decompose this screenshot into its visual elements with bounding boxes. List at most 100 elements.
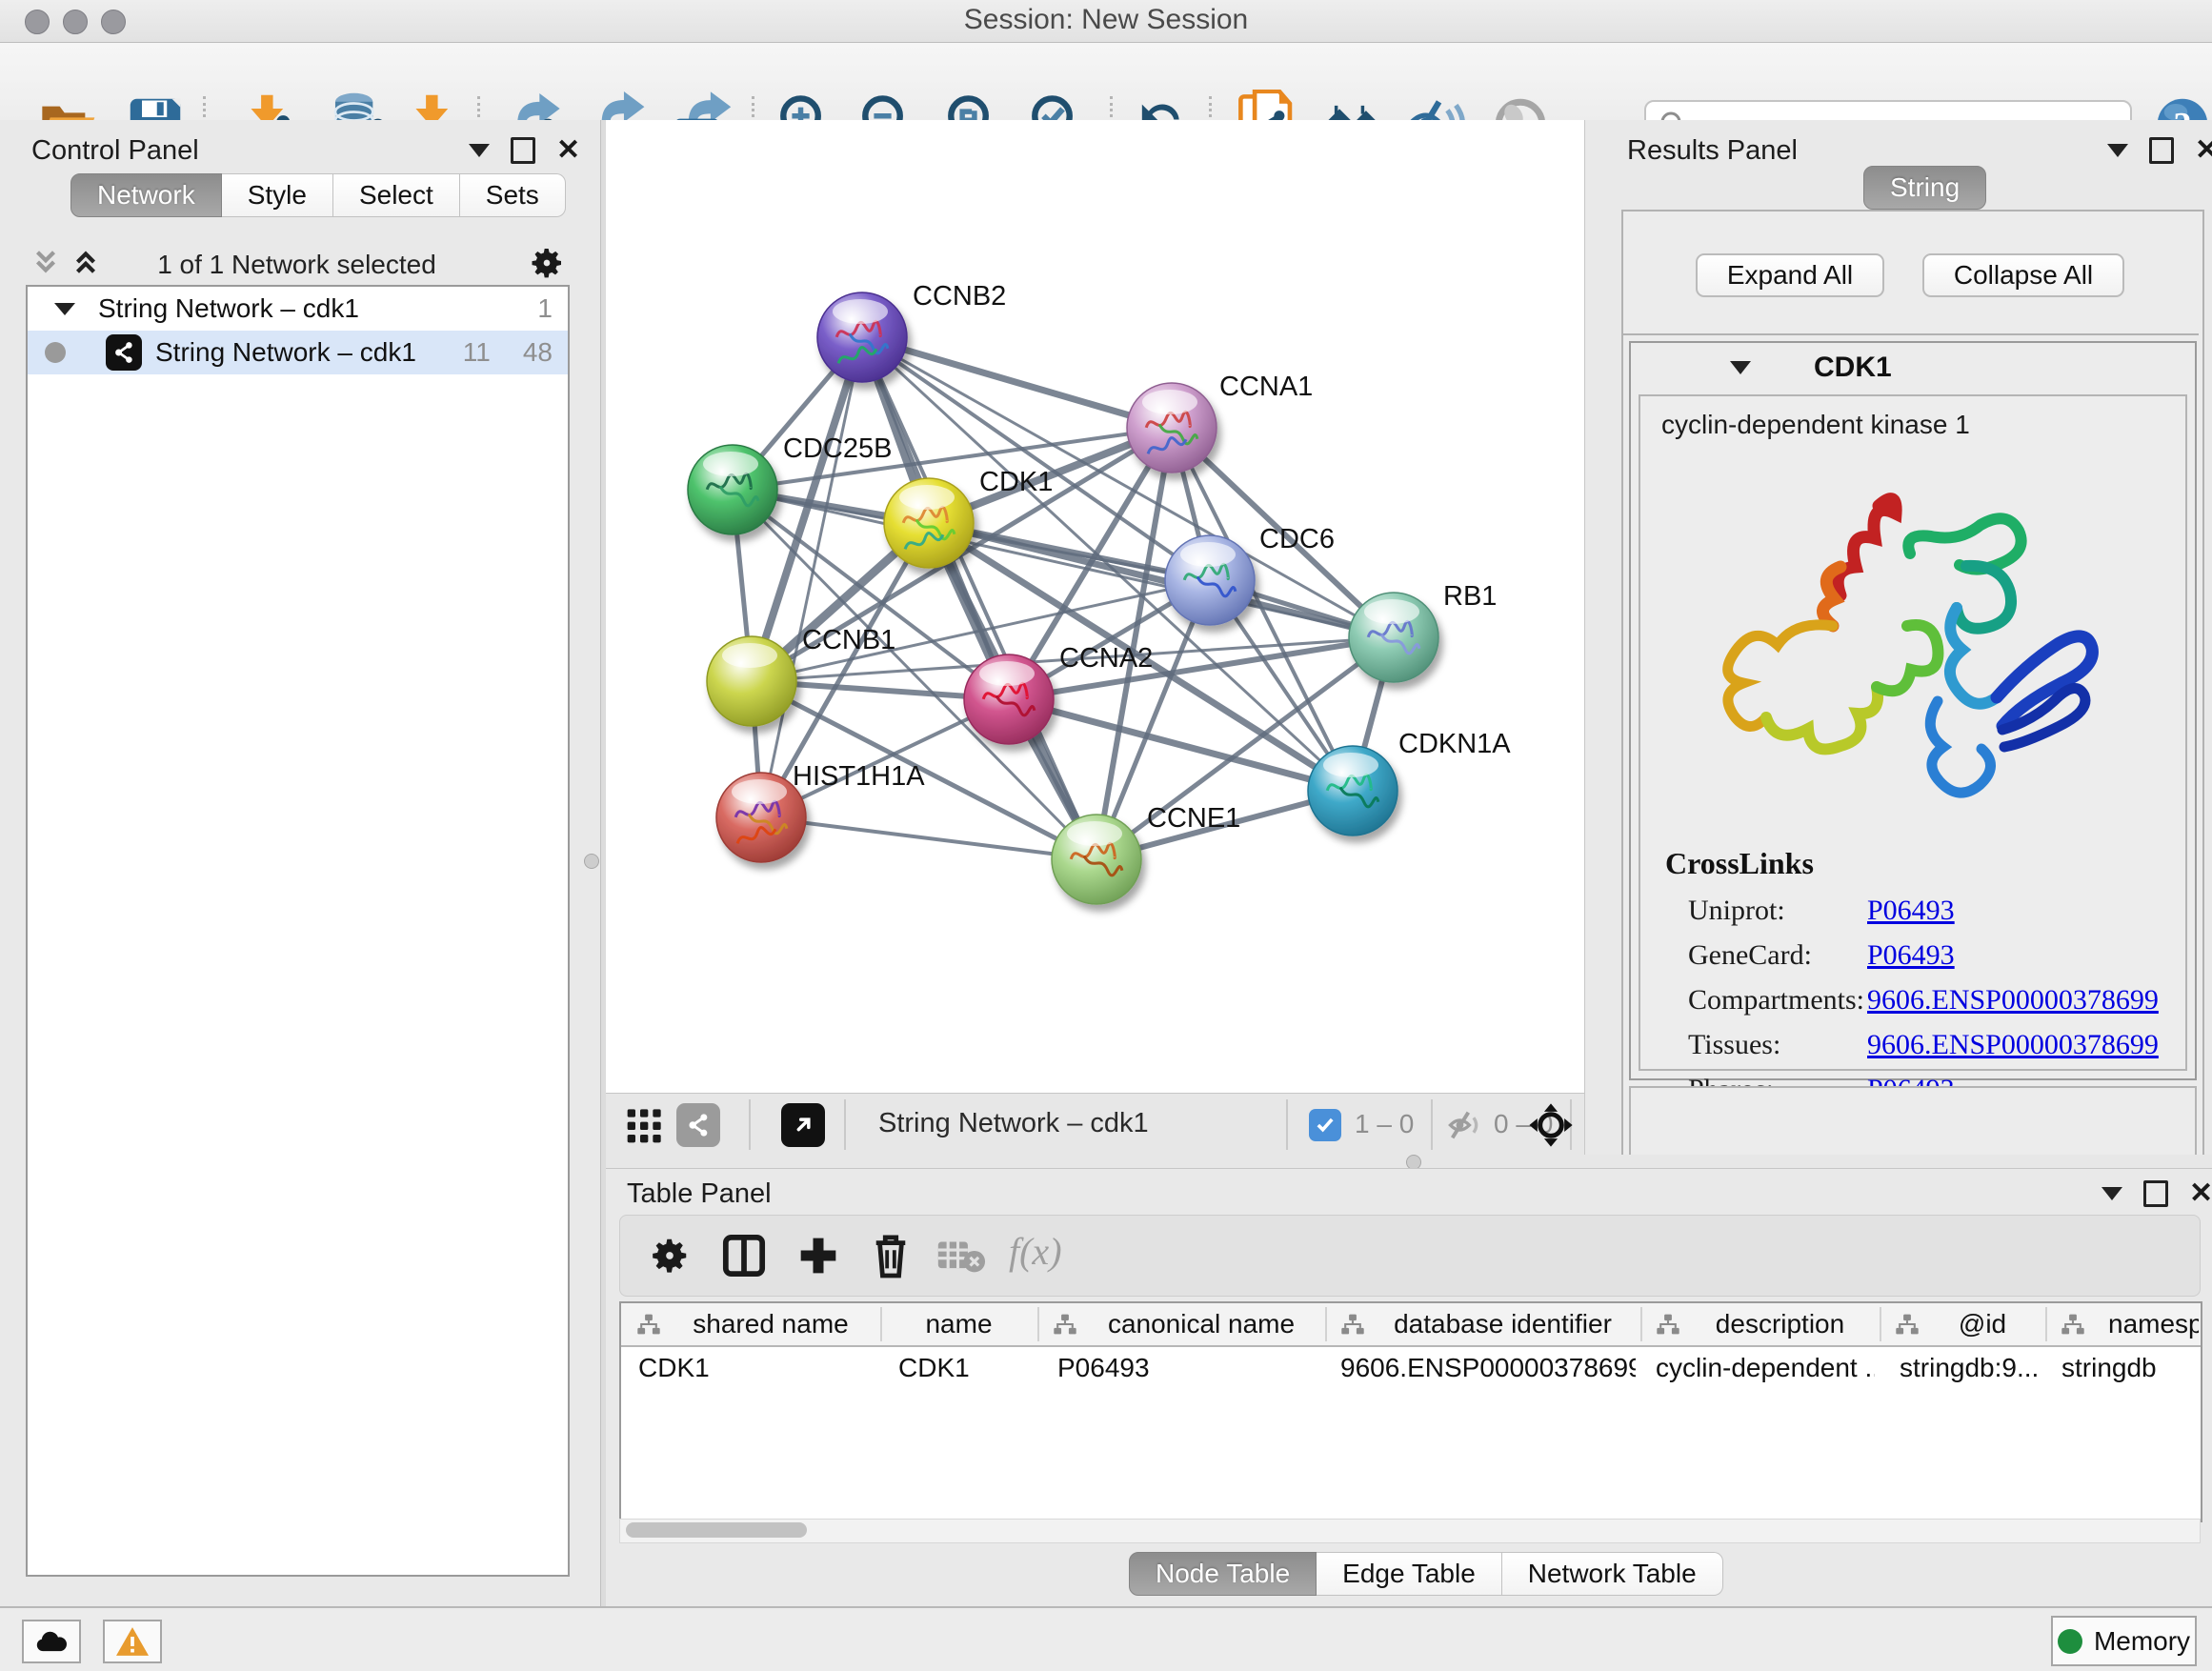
float-panel-icon[interactable] [2101, 1187, 2122, 1200]
node-label-CDK1: CDK1 [979, 467, 1053, 497]
network-node-HIST1H1A[interactable]: HIST1H1A [716, 761, 925, 862]
tab-edge-table[interactable]: Edge Table [1317, 1552, 1502, 1596]
col-id[interactable]: @id [1880, 1303, 2045, 1345]
tab-style[interactable]: Style [222, 173, 333, 217]
memory-status-dot [2058, 1629, 2082, 1654]
left-splitter-handle[interactable] [584, 854, 599, 869]
network-type-icon [106, 334, 142, 371]
table-header-row: shared name name canonical name database… [621, 1303, 2201, 1347]
tab-network-table[interactable]: Network Table [1502, 1552, 1723, 1596]
network-graph[interactable]: CCNB2CCNA1CDC25BCDK1CDC6RB1CCNB1CCNA2HIS… [606, 120, 1584, 1093]
cdk1-section-body: cyclin-dependent kinase 1 [1639, 394, 2187, 1071]
undock-panel-icon[interactable] [2143, 1180, 2168, 1207]
crosslinks-title: CrossLinks [1665, 846, 1814, 881]
network-collection-row[interactable]: String Network – cdk1 1 [28, 287, 568, 331]
network-row-selected[interactable]: String Network – cdk1 11 48 [28, 331, 568, 374]
undock-panel-icon[interactable] [511, 137, 535, 164]
network-selected-summary: 1 of 1 Network selected [26, 250, 568, 280]
float-panel-icon[interactable] [469, 144, 490, 157]
table-panel-window-controls: ✕ [2101, 1180, 2212, 1207]
table-row[interactable]: CDK1 CDK1 P06493 9606.ENSP00000378699 cy… [621, 1347, 2201, 1389]
network-node-CCNB1[interactable]: CCNB1 [707, 625, 895, 726]
table-panel: Table Panel ✕ f(x) [606, 1168, 2212, 1607]
control-panel-window-controls: ✕ [469, 137, 580, 164]
crosslink-label: Uniprot: [1688, 888, 1867, 933]
network-node-CDKN1A[interactable]: CDKN1A [1308, 729, 1511, 836]
crosslink-value[interactable]: 9606.ENSP00000378699 [1867, 1029, 2159, 1060]
col-shared-name[interactable]: shared name [621, 1303, 880, 1345]
close-panel-icon[interactable]: ✕ [556, 140, 580, 161]
tab-string[interactable]: String [1863, 166, 1986, 210]
cdk1-section-header[interactable]: CDK1 [1631, 343, 2195, 393]
tab-select[interactable]: Select [333, 173, 460, 217]
network-node-CCNE1[interactable]: CCNE1 [1052, 803, 1240, 904]
table-toolbar: f(x) [619, 1215, 2201, 1297]
expand-all-button[interactable]: Expand All [1696, 253, 1884, 297]
birds-eye-view-icon[interactable] [676, 1103, 720, 1147]
crosslink-value[interactable]: 9606.ENSP00000378699 [1867, 984, 2159, 1016]
cell-namespace: stringdb [2061, 1353, 2195, 1383]
network-node-RB1[interactable]: RB1 [1349, 581, 1497, 682]
float-panel-icon[interactable] [2107, 144, 2128, 157]
export-view-icon[interactable] [781, 1103, 825, 1147]
navbar-separator [1286, 1099, 1288, 1150]
control-panel: Control Panel ✕ Network Style Select Set… [0, 120, 600, 1606]
table-panel-tabs: Node Table Edge Table Network Table [1129, 1552, 1723, 1596]
node-label-CCNB1: CCNB1 [802, 625, 895, 655]
table-hscrollbar-thumb[interactable] [626, 1522, 807, 1538]
expand-collapse-bar: Expand All Collapse All [1623, 211, 2199, 335]
cell-description: cyclin-dependent ... [1656, 1353, 1875, 1383]
gene-name: CDK1 [1814, 352, 1892, 384]
results-panel-title: Results Panel [1627, 135, 1798, 167]
section-collapse-icon[interactable] [1730, 361, 1751, 374]
pan-crosshair-icon[interactable] [1527, 1101, 1575, 1149]
close-panel-icon[interactable]: ✕ [2189, 1183, 2212, 1204]
network-canvas[interactable]: CCNB2CCNA1CDC25BCDK1CDC6RB1CCNB1CCNA2HIS… [606, 120, 1585, 1093]
close-panel-icon[interactable]: ✕ [2195, 140, 2212, 161]
col-description[interactable]: description [1640, 1303, 1880, 1345]
cell-id: stringdb:9... [1900, 1353, 2042, 1383]
network-tree: String Network – cdk1 1 String Network –… [26, 285, 570, 1577]
tab-network[interactable]: Network [70, 173, 222, 217]
memory-label: Memory [2094, 1626, 2190, 1657]
node-label-HIST1H1A: HIST1H1A [793, 761, 925, 792]
network-label: String Network – cdk1 [155, 337, 416, 368]
control-panel-title: Control Panel [31, 135, 199, 167]
crosslink-value[interactable]: P06493 [1867, 939, 1955, 971]
network-edge-count: 48 [523, 337, 553, 368]
show-columns-icon[interactable] [719, 1231, 769, 1280]
selected-checkbox-icon[interactable] [1309, 1109, 1341, 1141]
hidden-eye-icon[interactable] [1444, 1107, 1486, 1143]
network-node-CCNA1[interactable]: CCNA1 [1127, 372, 1313, 473]
network-current-dot [45, 342, 66, 363]
navbar-separator [749, 1099, 751, 1150]
col-database-identifier[interactable]: database identifier [1325, 1303, 1640, 1345]
table-settings-gear-icon[interactable] [645, 1231, 694, 1280]
collapse-all-button[interactable]: Collapse All [1922, 253, 2124, 297]
undock-panel-icon[interactable] [2149, 137, 2174, 164]
cloud-status-button[interactable] [22, 1620, 81, 1663]
col-name[interactable]: name [880, 1303, 1037, 1345]
network-node-count: 11 [463, 337, 491, 368]
network-list-header: 1 of 1 Network selected [26, 242, 568, 286]
tab-sets[interactable]: Sets [460, 173, 566, 217]
cdk1-section: CDK1 cyclin-dependent kinase 1 [1629, 341, 2197, 1080]
tab-node-table[interactable]: Node Table [1129, 1552, 1317, 1596]
col-namespace[interactable]: namespace [2045, 1303, 2199, 1345]
col-canonical-name[interactable]: canonical name [1037, 1303, 1325, 1345]
protein-structure-image[interactable] [1698, 463, 2107, 844]
grid-view-icon[interactable] [623, 1105, 667, 1145]
add-column-icon[interactable] [794, 1231, 843, 1280]
crosslink-row: Uniprot:P06493 [1688, 888, 2159, 933]
memory-button[interactable]: Memory [2051, 1616, 2197, 1666]
collection-expand-icon[interactable] [54, 303, 75, 315]
table-hscrollbar[interactable] [619, 1519, 2201, 1543]
collection-count: 1 [537, 293, 553, 324]
network-options-gear-icon[interactable] [528, 244, 566, 282]
results-panel-tabs: String [1863, 166, 1986, 210]
crosslink-row: Tissues:9606.ENSP00000378699 [1688, 1022, 2159, 1067]
delete-column-icon[interactable] [866, 1229, 915, 1282]
node-table: shared name name canonical name database… [619, 1301, 2202, 1522]
crosslink-value[interactable]: P06493 [1867, 895, 1955, 926]
warning-status-button[interactable] [103, 1620, 162, 1663]
